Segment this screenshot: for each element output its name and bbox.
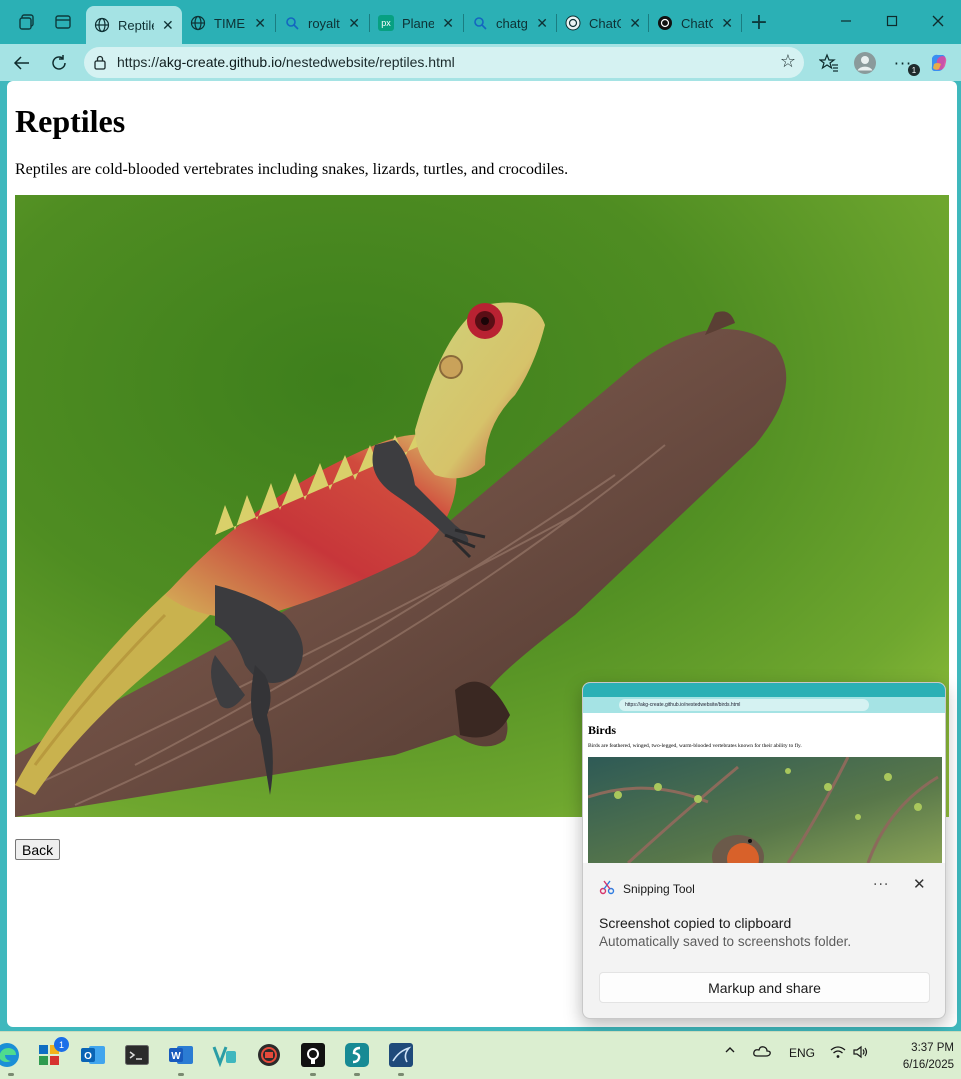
browser-toolbar: https://akg-create.github.io/nestedwebsi… <box>0 44 961 81</box>
url-path: /nestedwebsite/reptiles.html <box>282 54 455 70</box>
thumb-page-description: Birds are feathered, winged, two-legged,… <box>588 743 802 749</box>
taskbar: 1 O W ENG 3:37 PM 6/16/2025 <box>0 1031 961 1079</box>
edge-browser-icon[interactable] <box>0 1042 20 1068</box>
tab-title: Reptile <box>118 17 154 33</box>
close-icon[interactable]: ✕ <box>442 15 454 32</box>
visio-icon[interactable] <box>212 1042 238 1068</box>
svg-text:O: O <box>84 1051 92 1062</box>
refresh-icon[interactable] <box>44 48 74 78</box>
new-tab-button[interactable]: + <box>745 8 773 36</box>
close-icon[interactable]: ✕ <box>348 15 360 32</box>
word-icon[interactable]: W <box>168 1042 194 1068</box>
search-icon <box>472 15 488 31</box>
minimize-button[interactable] <box>823 6 869 36</box>
start-badge: 1 <box>54 1037 69 1052</box>
clock-date: 6/16/2025 <box>902 1059 954 1071</box>
terminal-icon[interactable] <box>124 1042 150 1068</box>
close-window-button[interactable] <box>915 6 961 36</box>
snipping-tool-icon <box>599 879 615 899</box>
url-text[interactable]: https://akg-create.github.io/nestedwebsi… <box>117 54 455 70</box>
surfshark-icon[interactable] <box>344 1042 370 1068</box>
show-hidden-icons-chevron-icon[interactable] <box>724 1044 736 1059</box>
toast-app-name: Snipping Tool <box>623 882 695 896</box>
thumb-page-title: Birds <box>588 723 617 737</box>
page-description: Reptiles are cold-blooded vertebrates in… <box>15 161 569 178</box>
workspaces-icon[interactable] <box>13 8 41 36</box>
tab-title: Planet <box>402 15 435 31</box>
browser-tab-bar: Reptile ✕ TIME I ✕ royalty ✕ px Planet ✕… <box>0 0 961 44</box>
tab-title: ChatG <box>589 15 621 31</box>
openai-icon <box>565 15 581 31</box>
sql-server-icon[interactable] <box>388 1042 414 1068</box>
tab-chatgpt-search[interactable]: chatgp ✕ <box>464 8 556 38</box>
onedrive-cloud-icon[interactable] <box>753 1044 771 1061</box>
tab-time[interactable]: TIME I ✕ <box>182 8 274 38</box>
tab-planet[interactable]: px Planet ✕ <box>370 8 462 38</box>
bird-photo <box>588 757 942 863</box>
screenshot-thumbnail[interactable]: https://akg-create.github.io/nestedwebsi… <box>583 683 945 863</box>
tab-actions-icon[interactable] <box>49 8 77 36</box>
copilot-icon[interactable] <box>924 48 954 78</box>
openai-icon <box>657 15 673 31</box>
toast-header: Snipping Tool <box>599 879 695 899</box>
back-button[interactable]: Back <box>15 839 61 860</box>
toast-subtext: Automatically saved to screenshots folde… <box>599 934 852 949</box>
svg-text:W: W <box>171 1051 181 1062</box>
close-icon[interactable]: ✕ <box>721 15 733 32</box>
tab-title: TIME I <box>214 15 246 31</box>
close-icon[interactable]: ✕ <box>254 15 266 32</box>
globe-icon <box>190 15 206 31</box>
settings-more-icon[interactable]: ··· 1 <box>888 48 920 78</box>
address-bar[interactable]: https://akg-create.github.io/nestedwebsi… <box>84 47 804 78</box>
tab-title: royalty <box>308 15 340 31</box>
toast-message: Screenshot copied to clipboard <box>599 915 792 931</box>
outlook-icon[interactable]: O <box>80 1042 106 1068</box>
tab-title: chatgp <box>496 15 528 31</box>
url-domain: akg-create.github.io <box>159 54 282 70</box>
clock-time: 3:37 PM <box>911 1042 954 1054</box>
language-indicator[interactable]: ENG <box>789 1046 815 1060</box>
system-clock[interactable]: 3:37 PM 6/16/2025 <box>874 1040 954 1074</box>
thumb-url: https://akg-create.github.io/nestedwebsi… <box>619 699 869 711</box>
thumb-tab-bar <box>583 683 945 697</box>
tab-chatgpt-2[interactable]: ChatG ✕ <box>649 8 741 38</box>
profile-avatar[interactable] <box>850 48 880 78</box>
close-icon[interactable]: ✕ <box>162 17 174 34</box>
search-icon <box>284 15 300 31</box>
favorites-icon[interactable] <box>814 48 844 78</box>
maximize-button[interactable] <box>869 6 915 36</box>
start-button[interactable]: 1 <box>36 1037 69 1068</box>
github-desktop-icon[interactable] <box>300 1042 326 1068</box>
favorite-star-icon[interactable]: ☆ <box>780 51 796 72</box>
volume-icon[interactable] <box>853 1045 869 1062</box>
tab-chatgpt-1[interactable]: ChatG ✕ <box>557 8 649 38</box>
back-arrow-icon[interactable] <box>7 48 37 78</box>
page-title: Reptiles <box>15 103 126 139</box>
lock-icon[interactable] <box>93 54 107 70</box>
thumb-address-bar: https://akg-create.github.io/nestedwebsi… <box>583 697 945 713</box>
screen-recorder-icon[interactable] <box>256 1042 282 1068</box>
close-icon[interactable]: ✕ <box>913 875 926 893</box>
tab-reptiles[interactable]: Reptile ✕ <box>86 6 182 44</box>
globe-icon <box>94 17 110 33</box>
url-prefix: https:// <box>117 54 160 70</box>
close-icon[interactable]: ✕ <box>629 15 641 32</box>
close-icon[interactable]: ✕ <box>536 15 548 32</box>
snipping-tool-notification[interactable]: https://akg-create.github.io/nestedwebsi… <box>582 682 946 1019</box>
wifi-icon[interactable] <box>830 1045 846 1062</box>
more-options-icon[interactable]: ··· <box>873 877 889 893</box>
pexels-icon: px <box>378 15 394 31</box>
markup-and-share-button[interactable]: Markup and share <box>599 972 930 1003</box>
tab-royalty[interactable]: royalty ✕ <box>276 8 368 38</box>
notification-badge: 1 <box>908 64 920 76</box>
tab-title: ChatG <box>681 15 713 31</box>
